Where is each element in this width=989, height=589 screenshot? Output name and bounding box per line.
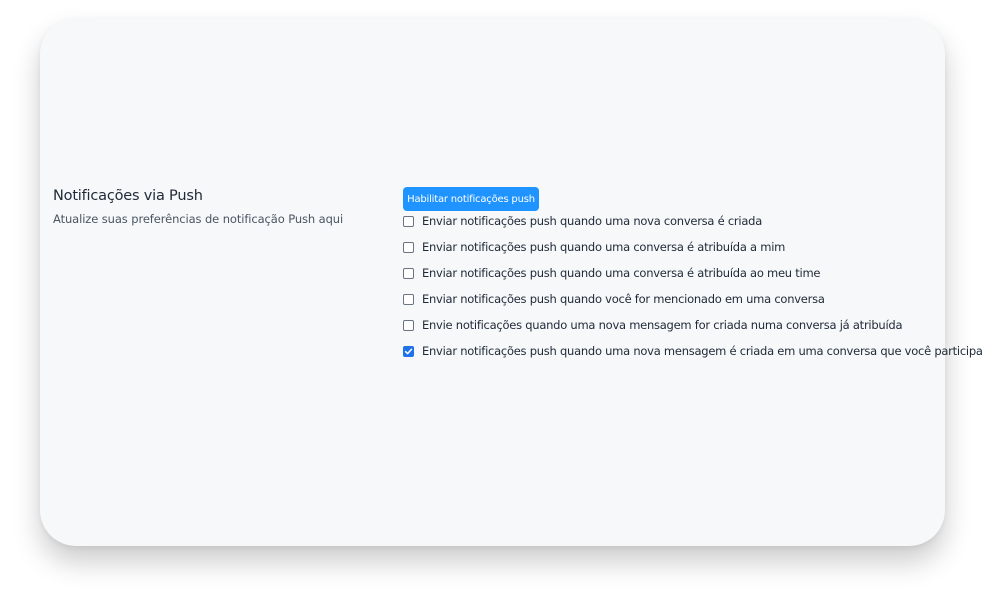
option-label: Envie notificações quando uma nova mensa… (422, 318, 903, 332)
checkbox[interactable] (403, 293, 414, 305)
option-label: Enviar notificações push quando uma nova… (422, 214, 762, 228)
option-mentioned[interactable]: Enviar notificações push quando você for… (403, 290, 825, 308)
section-subtitle: Atualize suas preferências de notificaçã… (53, 212, 344, 226)
option-label: Enviar notificações push quando uma conv… (422, 266, 821, 280)
option-new-message-participating[interactable]: Enviar notificações push quando uma nova… (403, 342, 983, 360)
option-conversation-assigned-to-me[interactable]: Enviar notificações push quando uma conv… (403, 238, 785, 256)
checkbox[interactable] (403, 267, 414, 279)
checkbox[interactable] (403, 215, 414, 227)
option-label: Enviar notificações push quando uma nova… (422, 344, 983, 358)
option-label: Enviar notificações push quando uma conv… (422, 240, 786, 254)
checkbox[interactable] (403, 241, 414, 253)
section-title: Notificações via Push (53, 188, 203, 204)
enable-push-notifications-button[interactable]: Habilitar notificações push (403, 187, 539, 211)
option-label: Enviar notificações push quando você for… (422, 292, 825, 306)
settings-card: Notificações via Push Atualize suas pref… (40, 18, 983, 546)
option-new-message-assigned[interactable]: Envie notificações quando uma nova mensa… (403, 316, 903, 334)
checkmark-icon (404, 348, 413, 354)
option-conversation-assigned-to-team[interactable]: Enviar notificações push quando uma conv… (403, 264, 820, 282)
checkbox[interactable] (403, 319, 414, 331)
checkbox-checked[interactable] (403, 345, 414, 357)
option-new-conversation[interactable]: Enviar notificações push quando uma nova… (403, 212, 762, 230)
